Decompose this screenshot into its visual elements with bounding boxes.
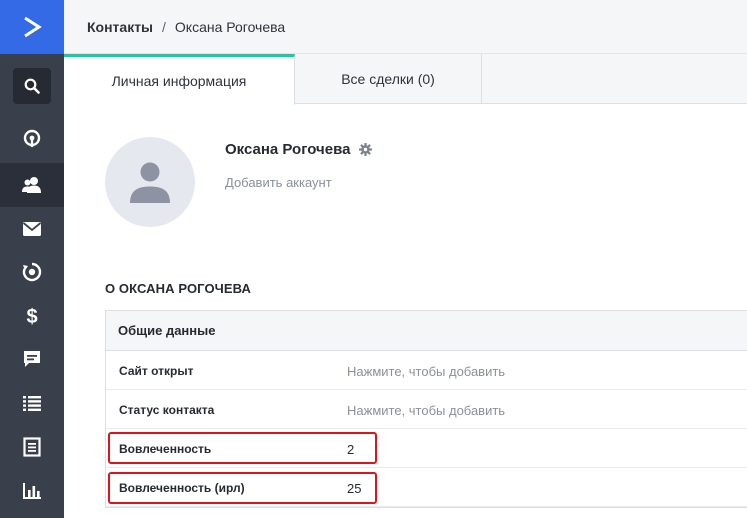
field-row-contact-status: Статус контакта Нажмите, чтобы добавить xyxy=(106,390,747,429)
sidebar-item-lists[interactable] xyxy=(0,381,64,425)
breadcrumb-current: Оксана Рогочева xyxy=(174,18,286,35)
contact-name-row: Оксана Рогочева xyxy=(225,141,373,158)
breadcrumb-contacts-link[interactable]: Контакты xyxy=(87,19,153,35)
chat-icon xyxy=(24,351,40,367)
general-info-header[interactable]: Общие данные xyxy=(106,311,747,351)
search-button[interactable] xyxy=(13,68,51,104)
logo-arrow-icon xyxy=(24,16,42,38)
sidebar-item-search[interactable] xyxy=(0,64,64,108)
sidebar: $ xyxy=(0,0,64,518)
tab-personal-info[interactable]: Личная информация xyxy=(64,54,295,105)
mail-icon xyxy=(22,222,42,236)
sidebar-item-contacts[interactable] xyxy=(0,163,64,207)
field-label: Статус контакта xyxy=(119,403,215,417)
tab-all-deals[interactable]: Все сделки (0) xyxy=(295,54,482,104)
search-icon xyxy=(24,78,40,94)
field-value-engagement[interactable]: 2 xyxy=(347,442,354,457)
svg-text:$: $ xyxy=(26,306,37,327)
map-pin-icon xyxy=(23,129,41,147)
logo[interactable] xyxy=(0,0,64,54)
field-row-site-visited: Сайт открыт Нажмите, чтобы добавить xyxy=(106,351,747,390)
document-icon xyxy=(23,437,41,457)
automation-icon xyxy=(22,262,42,282)
field-row-engagement-irl: Вовлеченность (ирл) 25 xyxy=(106,468,747,507)
contact-name[interactable]: Оксана Рогочева xyxy=(225,141,350,158)
dollar-icon: $ xyxy=(26,306,37,327)
list-icon xyxy=(23,396,41,411)
general-info-table: Общие данные Сайт открыт Нажмите, чтобы … xyxy=(105,310,747,508)
sidebar-item-mail[interactable] xyxy=(0,207,64,251)
field-label: Сайт открыт xyxy=(119,364,194,378)
breadcrumb-separator: / xyxy=(162,18,166,35)
sidebar-item-automation[interactable] xyxy=(0,250,64,294)
field-row-engagement: Вовлеченность 2 xyxy=(106,429,747,468)
field-label: Вовлеченность xyxy=(119,442,212,456)
sidebar-item-documents[interactable] xyxy=(0,425,64,469)
person-silhouette-icon xyxy=(130,162,170,203)
bar-chart-icon xyxy=(23,483,41,499)
sidebar-item-map[interactable] xyxy=(0,117,64,161)
about-heading: О ОКСАНА РОГОЧЕВА xyxy=(105,281,251,296)
tab-bar: Личная информация Все сделки (0) xyxy=(64,54,747,105)
field-label: Вовлеченность (ирл) xyxy=(119,481,245,495)
field-value-engagement-irl[interactable]: 25 xyxy=(347,481,361,496)
breadcrumb: Контакты / Оксана Рогочева xyxy=(64,0,747,54)
gear-icon xyxy=(359,143,373,156)
sidebar-item-conversations[interactable] xyxy=(0,337,64,381)
app: $ Контакты / Оксана Рогочева Личная инфо… xyxy=(0,0,747,518)
contact-settings-button[interactable] xyxy=(359,143,373,156)
sidebar-item-deals[interactable]: $ xyxy=(0,294,64,338)
field-value-contact-status[interactable]: Нажмите, чтобы добавить xyxy=(347,403,505,418)
add-account-link[interactable]: Добавить аккаунт xyxy=(225,175,332,190)
sidebar-item-reports[interactable] xyxy=(0,469,64,513)
avatar[interactable] xyxy=(105,137,195,227)
field-value-site-visited[interactable]: Нажмите, чтобы добавить xyxy=(347,364,505,379)
contacts-icon xyxy=(22,177,41,193)
